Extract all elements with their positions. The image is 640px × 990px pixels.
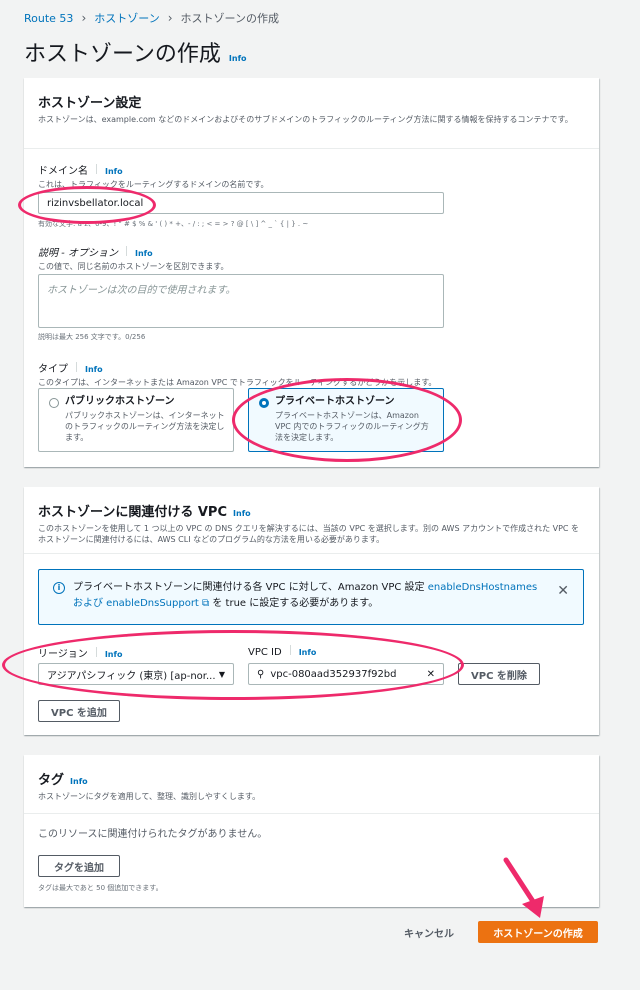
description-desc: この値で、同じ名前のホストゾーンを区別できます。 [38,262,229,271]
description-field: 説明 - オプション Info この値で、同じ名前のホストゾーンを区別できます。 [38,244,558,272]
breadcrumb-hosted-zones[interactable]: ホストゾーン [94,10,159,26]
section-title: ホストゾーンに関連付ける VPC [38,505,228,520]
breadcrumb: Route 53 › ホストゾーン › ホストゾーンの作成 [24,10,279,26]
info-link[interactable]: Info [229,54,247,63]
page-title: ホストゾーンの作成 [24,42,221,67]
info-link[interactable]: Info [70,777,88,786]
breadcrumb-current: ホストゾーンの作成 [180,12,279,25]
section-desc: ホストゾーンは、example.com などのドメインおよびそのサブドメインのト… [38,115,573,124]
domain-label: ドメイン名 [38,166,88,177]
alert-text: プライベートホストゾーンに関連付ける各 VPC に対して、Amazon VPC … [73,582,428,593]
section-desc: ホストゾーンにタグを適用して、整理、識別しやすくします。 [38,792,261,801]
description-label: 説明 - オプション [38,248,118,259]
section-title: タグ [38,773,65,788]
vpc-alert: i プライベートホストゾーンに関連付ける各 VPC に対して、Amazon VP… [38,569,584,625]
create-hosted-zone-button[interactable]: ホストゾーンの作成 [478,921,598,943]
alert-text-2: を true に設定する必要があります。 [209,598,379,609]
public-title: パブリックホストゾーン [65,396,175,407]
annotation-circle [232,378,462,462]
info-link[interactable]: Info [85,365,103,374]
empty-tags-text: このリソースに関連付けられたタグがありません。 [38,829,268,840]
section-title: ホストゾーン設定 [38,96,142,111]
domain-field: ドメイン名 Info これは、トラフィックをルーティングするドメインの名前です。 [38,162,558,190]
info-circle-icon: i [53,582,65,594]
annotation-circle [18,186,156,224]
chevron-right-icon: › [167,11,173,25]
chevron-right-icon: › [81,11,87,25]
radio-icon [49,398,59,408]
section-desc: このホストゾーンを使用して 1 つ以上の VPC の DNS クエリを解決するに… [38,524,580,545]
cancel-button[interactable]: キャンセル [404,925,454,940]
type-label: タイプ [38,364,68,375]
tags-hint: タグは最大であと 50 個追加できます。 [38,884,163,892]
public-desc: パブリックホストゾーンは、インターネットのトラフィックのルーティング方法を決定し… [65,411,225,443]
close-icon[interactable]: ✕ [557,580,569,602]
annotation-arrow-icon [503,857,544,918]
description-hint: 説明は最大 256 文字です。0/256 [38,333,146,341]
public-zone-option[interactable]: パブリックホストゾーン パブリックホストゾーンは、インターネットのトラフィックの… [38,388,234,452]
breadcrumb-route53[interactable]: Route 53 [24,12,73,25]
add-tag-button[interactable]: タグを追加 [38,855,120,877]
add-vpc-button[interactable]: VPC を追加 [38,700,120,722]
remove-vpc-button[interactable]: VPC を削除 [458,663,540,685]
external-link-icon: ⧉ [198,598,210,609]
annotation-circle [2,630,464,700]
info-link[interactable]: Info [105,167,123,176]
description-textarea[interactable]: ホストゾーンは次の目的で使用されます。 [38,274,444,328]
page-title-row: ホストゾーンの作成 Info [24,36,247,68]
info-link[interactable]: Info [135,249,153,258]
info-link[interactable]: Info [233,509,251,518]
